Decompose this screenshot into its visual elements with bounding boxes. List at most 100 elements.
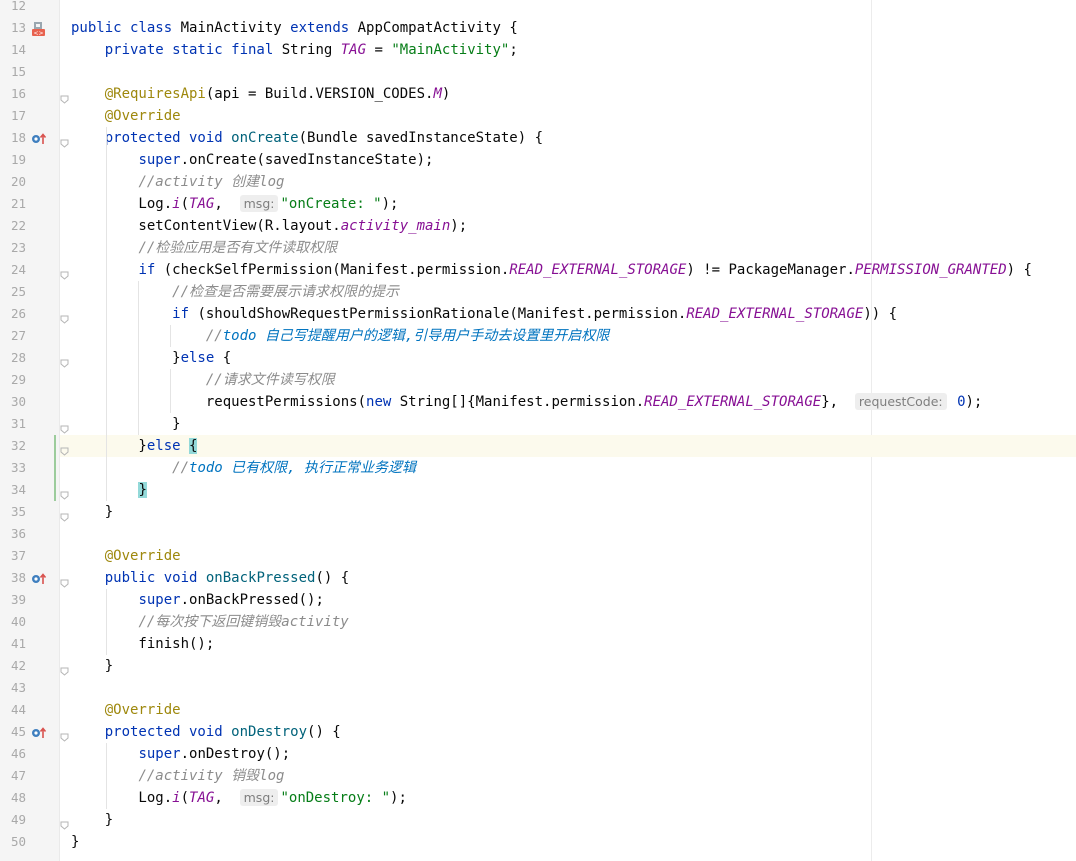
code-line[interactable]: 12: [0, 0, 1076, 17]
line-background: [60, 809, 1076, 831]
code-line[interactable]: 29 //请求文件读写权限: [0, 369, 1076, 391]
fold-toggle-icon[interactable]: [60, 265, 69, 280]
line-number: 16: [10, 86, 26, 101]
code-line[interactable]: 23 //检验应用是否有文件读取权限: [0, 237, 1076, 259]
line-background: [60, 699, 1076, 721]
line-number: 28: [10, 350, 26, 365]
code-line[interactable]: 19 super.onCreate(savedInstanceState);: [0, 149, 1076, 171]
code-line[interactable]: 40 //每次按下返回键销毁activity: [0, 611, 1076, 633]
line-number: 25: [10, 284, 26, 299]
code-line[interactable]: 49 }: [0, 809, 1076, 831]
code-line[interactable]: 44 @Override: [0, 699, 1076, 721]
code-token: //: [172, 460, 190, 476]
indent-guide: [170, 325, 171, 347]
code-token: },: [821, 394, 855, 410]
code-line[interactable]: 32 }else {: [0, 435, 1076, 457]
fold-toggle-icon[interactable]: [60, 507, 69, 522]
fold-toggle-icon[interactable]: [60, 309, 69, 324]
code-text: protected void onDestroy() {: [71, 721, 341, 743]
override-icon[interactable]: [31, 131, 49, 145]
code-token: @Override: [104, 702, 181, 718]
code-token: public void: [104, 570, 206, 586]
code-line[interactable]: 34 }: [0, 479, 1076, 501]
code-text: private static final String TAG = "MainA…: [71, 39, 518, 61]
code-text: @Override: [71, 699, 181, 721]
code-line[interactable]: 48 Log.i(TAG, msg: "onDestroy: ");: [0, 787, 1076, 809]
code-line[interactable]: 16 @RequiresApi(api = Build.VERSION_CODE…: [0, 83, 1076, 105]
code-token: requestPermissions(: [71, 394, 367, 410]
code-line[interactable]: 22 setContentView(R.layout.activity_main…: [0, 215, 1076, 237]
fold-toggle-icon[interactable]: [60, 727, 69, 742]
line-number: 30: [10, 394, 26, 409]
fold-toggle-icon[interactable]: [60, 815, 69, 830]
fold-toggle-icon[interactable]: [60, 485, 69, 500]
code-line[interactable]: 14 private static final String TAG = "Ma…: [0, 39, 1076, 61]
fold-toggle-icon[interactable]: [60, 133, 69, 148]
code-token: ): [441, 86, 451, 102]
code-line[interactable]: 43: [0, 677, 1076, 699]
code-token: msg:: [239, 195, 279, 212]
code-line[interactable]: 15: [0, 61, 1076, 83]
code-token: setContentView(R.layout.: [71, 218, 341, 234]
code-line[interactable]: 26 if (shouldShowRequestPermissionRation…: [0, 303, 1076, 325]
line-number: 39: [10, 592, 26, 607]
code-line[interactable]: 47 //activity 销毁log: [0, 765, 1076, 787]
code-line[interactable]: 21 Log.i(TAG, msg: "onCreate: ");: [0, 193, 1076, 215]
code-line[interactable]: 38 public void onBackPressed() {: [0, 567, 1076, 589]
fold-toggle-icon[interactable]: [60, 89, 69, 104]
code-line[interactable]: 33 //todo 已有权限, 执行正常业务逻辑: [0, 457, 1076, 479]
code-token: finish();: [71, 636, 215, 652]
line-background: [60, 655, 1076, 677]
code-line[interactable]: 31 }: [0, 413, 1076, 435]
line-background: [60, 479, 1076, 501]
code-text: Log.i(TAG, msg: "onCreate: ");: [71, 193, 398, 215]
code-text: }: [71, 655, 113, 677]
line-number: 38: [10, 570, 26, 585]
code-line[interactable]: 50}: [0, 831, 1076, 853]
fold-toggle-icon[interactable]: [60, 661, 69, 676]
fold-toggle-icon[interactable]: [60, 353, 69, 368]
code-line[interactable]: 17 @Override: [0, 105, 1076, 127]
line-background: [60, 545, 1076, 567]
line-number: 23: [10, 240, 26, 255]
code-editor[interactable]: 12 13 <> public class MainActivity extends …: [0, 0, 1076, 861]
code-line[interactable]: 20 //activity 创建log: [0, 171, 1076, 193]
line-number: 46: [10, 746, 26, 761]
code-token: READ_EXTERNAL_STORAGE: [644, 394, 822, 410]
code-line[interactable]: 25 //检查是否需要展示请求权限的提示: [0, 281, 1076, 303]
code-line[interactable]: 46 super.onDestroy();: [0, 743, 1076, 765]
class-icon[interactable]: <>: [31, 21, 49, 37]
fold-toggle-icon[interactable]: [60, 573, 69, 588]
code-token: Log.: [71, 196, 173, 212]
code-token: =: [366, 42, 392, 58]
code-line[interactable]: 13 <> public class MainActivity extends Ap…: [0, 17, 1076, 39]
override-icon[interactable]: [31, 571, 49, 585]
code-line[interactable]: 28 }else {: [0, 347, 1076, 369]
code-line[interactable]: 27 //todo 自己写提醒用户的逻辑,引导用户手动去设置里开启权限: [0, 325, 1076, 347]
code-line[interactable]: 39 super.onBackPressed();: [0, 589, 1076, 611]
code-line[interactable]: 45 protected void onDestroy() {: [0, 721, 1076, 743]
code-line[interactable]: 30 requestPermissions(new String[]{Manif…: [0, 391, 1076, 413]
code-line[interactable]: 37 @Override: [0, 545, 1076, 567]
override-icon[interactable]: [31, 725, 49, 739]
code-text: Log.i(TAG, msg: "onDestroy: ");: [71, 787, 407, 809]
code-line[interactable]: 35 }: [0, 501, 1076, 523]
code-line[interactable]: 42 }: [0, 655, 1076, 677]
code-line[interactable]: 41 finish();: [0, 633, 1076, 655]
line-number: 26: [10, 306, 26, 321]
fold-toggle-icon[interactable]: [60, 419, 69, 434]
indent-guide: [138, 281, 139, 435]
code-line[interactable]: 36: [0, 523, 1076, 545]
line-number: 14: [10, 42, 26, 57]
code-token: else: [180, 350, 223, 366]
code-text: public class MainActivity extends AppCom…: [71, 17, 518, 39]
fold-toggle-icon[interactable]: [60, 441, 69, 456]
code-token: MainActivity: [180, 20, 291, 36]
code-line[interactable]: 18 protected void onCreate(Bundle savedI…: [0, 127, 1076, 149]
code-line[interactable]: 24 if (checkSelfPermission(Manifest.perm…: [0, 259, 1076, 281]
code-token: Log.: [71, 790, 173, 806]
